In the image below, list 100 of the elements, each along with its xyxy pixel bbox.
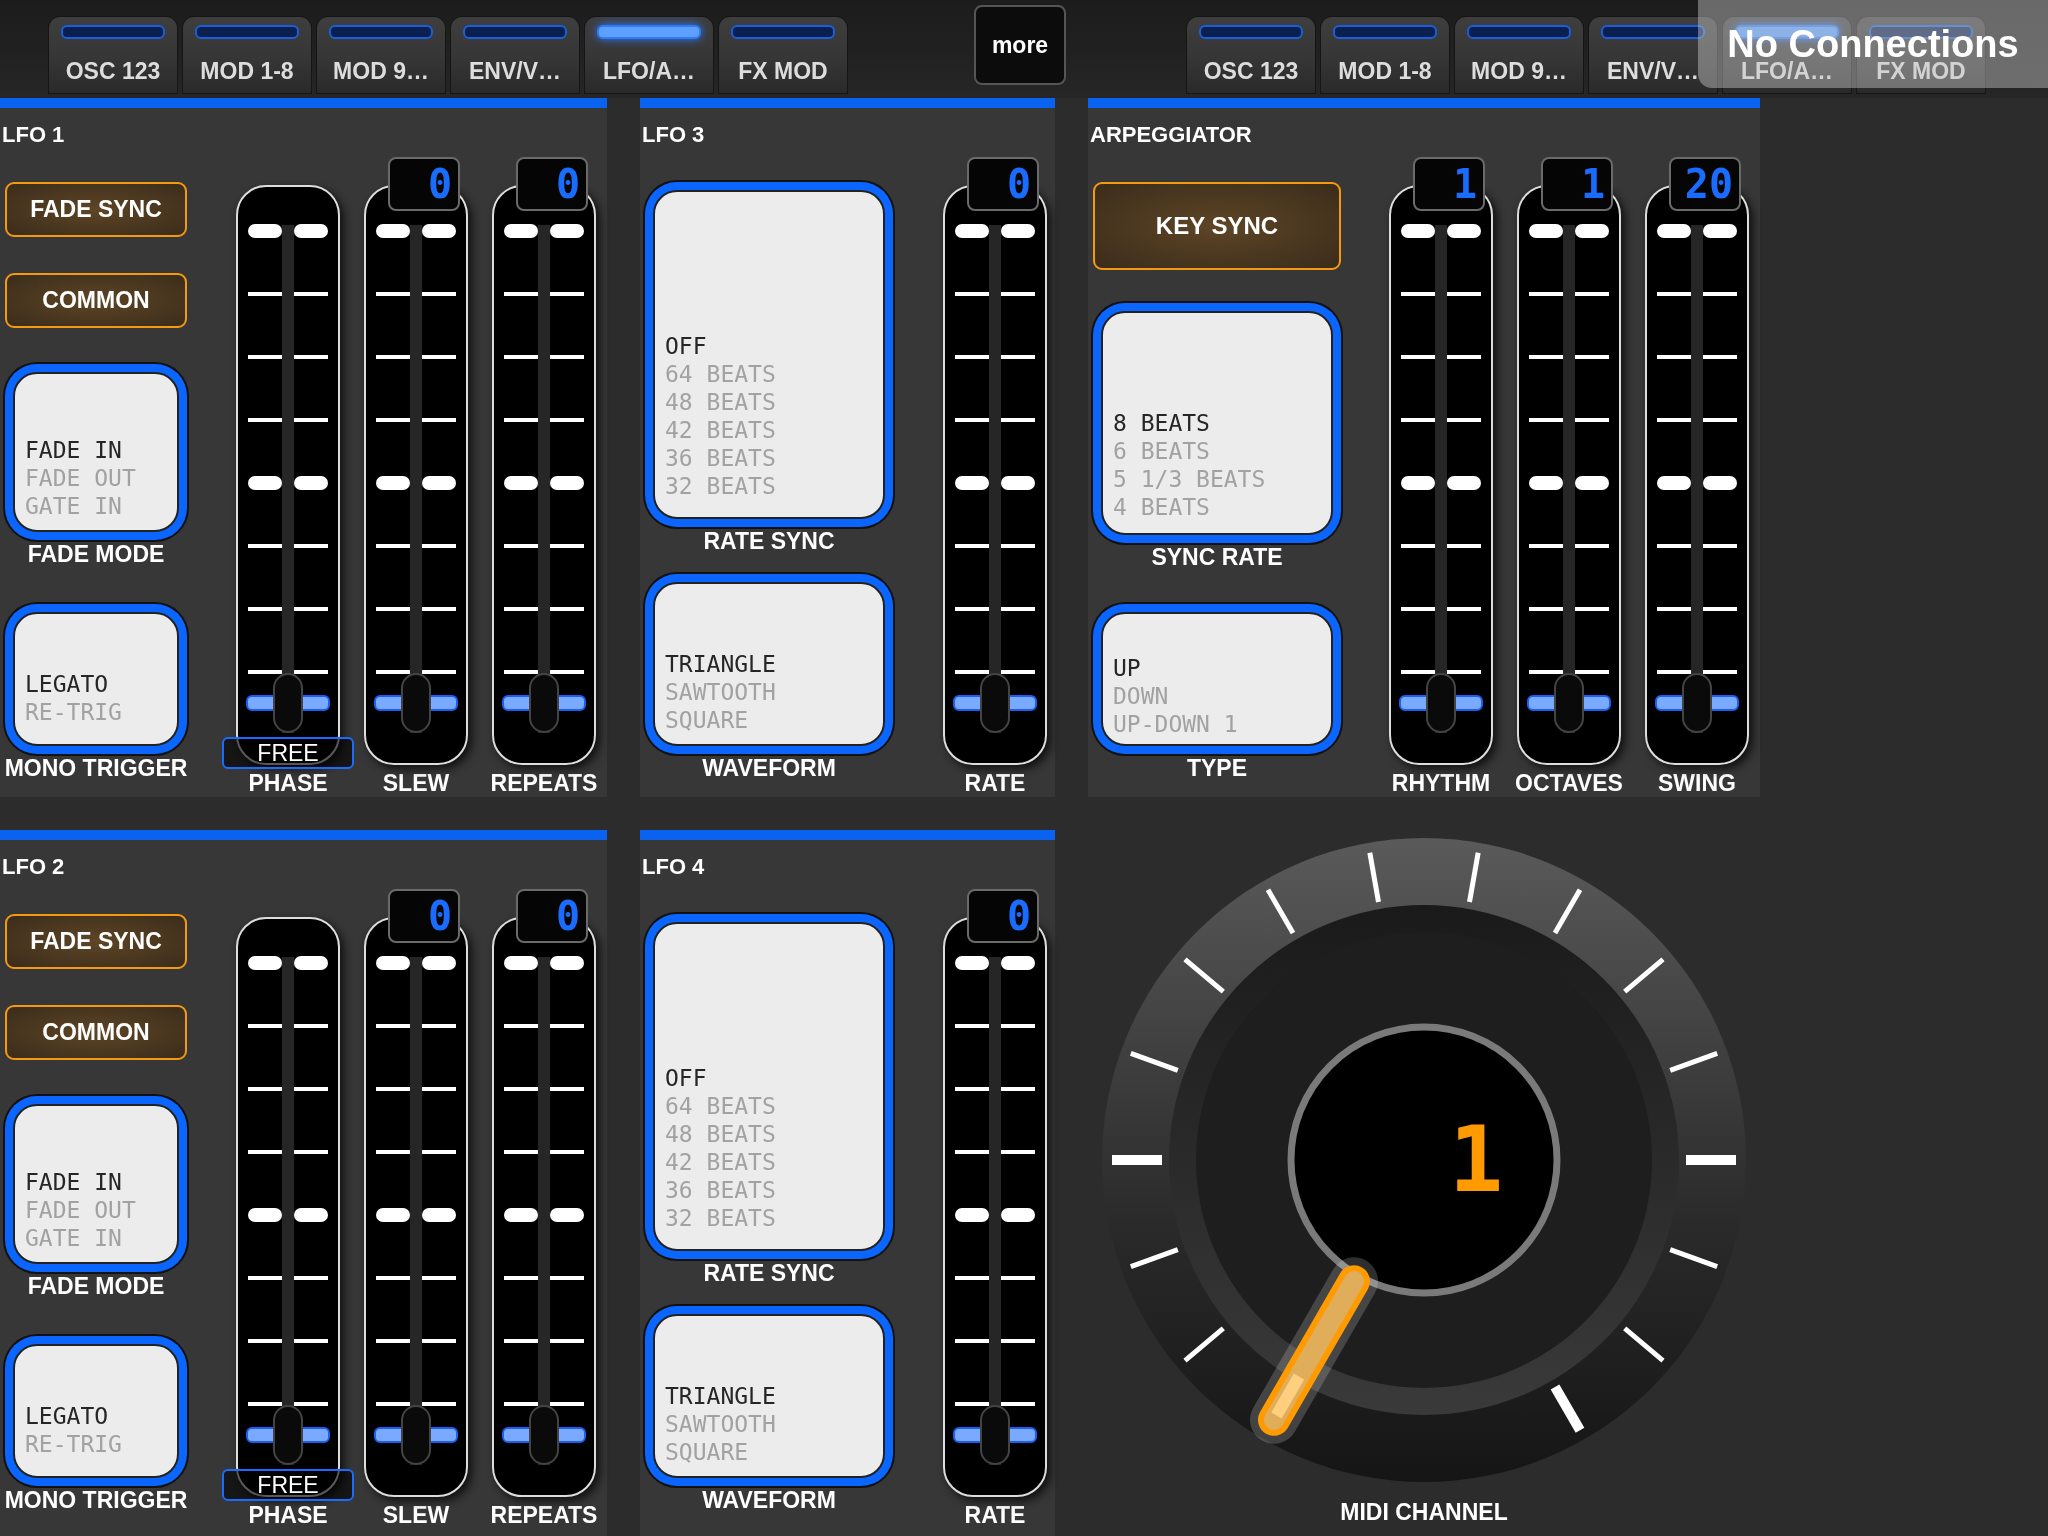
slider-label: SWING: [1658, 769, 1736, 797]
scale-tick: [504, 956, 538, 970]
scale-tick: [1575, 418, 1609, 422]
scale-tick: [422, 1339, 456, 1343]
scale-tick: [1001, 1087, 1035, 1091]
picker-item[interactable]: LEGATO: [25, 670, 177, 698]
tab[interactable]: MOD 1-8: [182, 58, 312, 94]
tab[interactable]: OSC 123: [1186, 58, 1316, 94]
scale-tick: [1657, 670, 1691, 674]
picker-item[interactable]: UP: [1113, 654, 1331, 682]
mode-badge[interactable]: FREE: [222, 737, 354, 769]
slider[interactable]: [236, 185, 340, 765]
mode-badge[interactable]: FREE: [222, 1469, 354, 1501]
toggle-button[interactable]: KEY SYNC: [1093, 182, 1341, 270]
scale-tick: [376, 355, 410, 359]
scale-tick: [422, 355, 456, 359]
slider-thumb[interactable]: [273, 1405, 303, 1465]
scale-tick: [955, 476, 989, 490]
picker-wheel[interactable]: FADE IN FADE OUT GATE IN: [5, 364, 187, 540]
tab-light[interactable]: [450, 16, 580, 58]
picker-wheel[interactable]: UP DOWN UP-DOWN 1: [1093, 604, 1341, 754]
picker-item[interactable]: FADE IN: [25, 436, 177, 464]
toggle-button[interactable]: COMMON: [5, 1005, 187, 1060]
scale-tick: [1447, 418, 1481, 422]
tab-light[interactable]: [584, 16, 714, 58]
tab-light[interactable]: [48, 16, 178, 58]
scale-tick: [422, 418, 456, 422]
slider[interactable]: [236, 917, 340, 1497]
scale-tick: [1447, 224, 1481, 238]
picker-item[interactable]: TRIANGLE: [665, 1382, 883, 1410]
picker-item[interactable]: OFF: [665, 332, 883, 360]
picker-item[interactable]: TRIANGLE: [665, 650, 883, 678]
slider-thumb[interactable]: [1682, 673, 1712, 733]
tab[interactable]: LFO/A…: [584, 58, 714, 94]
picker-wheel[interactable]: OFF 64 BEATS 48 BEATS 42 BEATS 36 BEATS 32 BEATS: [645, 914, 893, 1259]
slider-thumb[interactable]: [401, 673, 431, 733]
scale-tick: [248, 292, 282, 296]
toggle-button[interactable]: FADE SYNC: [5, 914, 187, 969]
picker-wheel[interactable]: LEGATO RE-TRIG: [5, 604, 187, 754]
tab-light[interactable]: [1320, 16, 1450, 58]
value-display: 0: [967, 157, 1039, 211]
scale-tick: [376, 292, 410, 296]
tab[interactable]: ENV/V…: [450, 58, 580, 94]
tab-light[interactable]: [718, 16, 848, 58]
picker-wheel[interactable]: OFF 64 BEATS 48 BEATS 42 BEATS 36 BEATS 32 BEATS: [645, 182, 893, 527]
slider-thumb[interactable]: [980, 673, 1010, 733]
toggle-button[interactable]: FADE SYNC: [5, 182, 187, 237]
scale-tick: [1401, 292, 1435, 296]
tab[interactable]: FX MOD: [718, 58, 848, 94]
scale-tick: [1575, 544, 1609, 548]
picker-item[interactable]: LEGATO: [25, 1402, 177, 1430]
scale-tick: [955, 956, 989, 970]
tab[interactable]: OSC 123: [48, 58, 178, 94]
slider-thumb[interactable]: [529, 1405, 559, 1465]
scale-tick: [422, 956, 456, 970]
tab[interactable]: MOD 1-8: [1320, 58, 1450, 94]
slider-thumb[interactable]: [1554, 673, 1584, 733]
picker-item[interactable]: 8 BEATS: [1113, 409, 1331, 437]
picker-wheel[interactable]: TRIANGLE SAWTOOTH SQUARE: [645, 1306, 893, 1486]
knob-display: 1: [1449, 1110, 1504, 1210]
tab[interactable]: MOD 9…: [316, 58, 446, 94]
picker-item[interactable]: FADE IN: [25, 1168, 177, 1196]
slider-thumb[interactable]: [273, 673, 303, 733]
scale-tick: [1657, 418, 1691, 422]
slider-thumb[interactable]: [529, 673, 559, 733]
tab-light[interactable]: [1588, 16, 1718, 58]
picker-wheel[interactable]: TRIANGLE SAWTOOTH SQUARE: [645, 574, 893, 754]
scale-tick: [248, 1339, 282, 1343]
scale-tick: [550, 544, 584, 548]
picker-label: FADE MODE: [27, 1272, 165, 1300]
scale-tick: [376, 224, 410, 238]
picker-wheel[interactable]: FADE IN FADE OUT GATE IN: [5, 1096, 187, 1272]
more-button[interactable]: more: [974, 5, 1066, 85]
slider-label: PHASE: [248, 769, 328, 797]
tab[interactable]: MOD 9…: [1454, 58, 1584, 94]
tab-light[interactable]: [182, 16, 312, 58]
slider-thumb[interactable]: [980, 1405, 1010, 1465]
scale-tick: [504, 1087, 538, 1091]
slider-thumb[interactable]: [401, 1405, 431, 1465]
picker-wheel[interactable]: LEGATO RE-TRIG: [5, 1336, 187, 1486]
tab[interactable]: ENV/V…: [1588, 58, 1718, 94]
tab-light[interactable]: [1186, 16, 1316, 58]
scale-tick: [955, 418, 989, 422]
tab-light[interactable]: [1454, 16, 1584, 58]
scale-tick: [422, 1208, 456, 1222]
slider-thumb[interactable]: [1426, 673, 1456, 733]
tab-light[interactable]: [316, 16, 446, 58]
scale-tick: [504, 1150, 538, 1154]
scale-tick: [1657, 476, 1691, 490]
toggle-button[interactable]: COMMON: [5, 273, 187, 328]
scale-tick: [1529, 544, 1563, 548]
picker-label: RATE SYNC: [703, 527, 835, 555]
scale-tick: [550, 1087, 584, 1091]
scale-tick: [1401, 476, 1435, 490]
scale-tick: [1575, 224, 1609, 238]
slider-label: SLEW: [382, 1501, 450, 1529]
picker-wheel[interactable]: 8 BEATS 6 BEATS 5 1/3 BEATS 4 BEATS: [1093, 303, 1341, 543]
scale-tick: [294, 1208, 328, 1222]
scale-tick: [248, 1276, 282, 1280]
picker-item[interactable]: OFF: [665, 1064, 883, 1092]
